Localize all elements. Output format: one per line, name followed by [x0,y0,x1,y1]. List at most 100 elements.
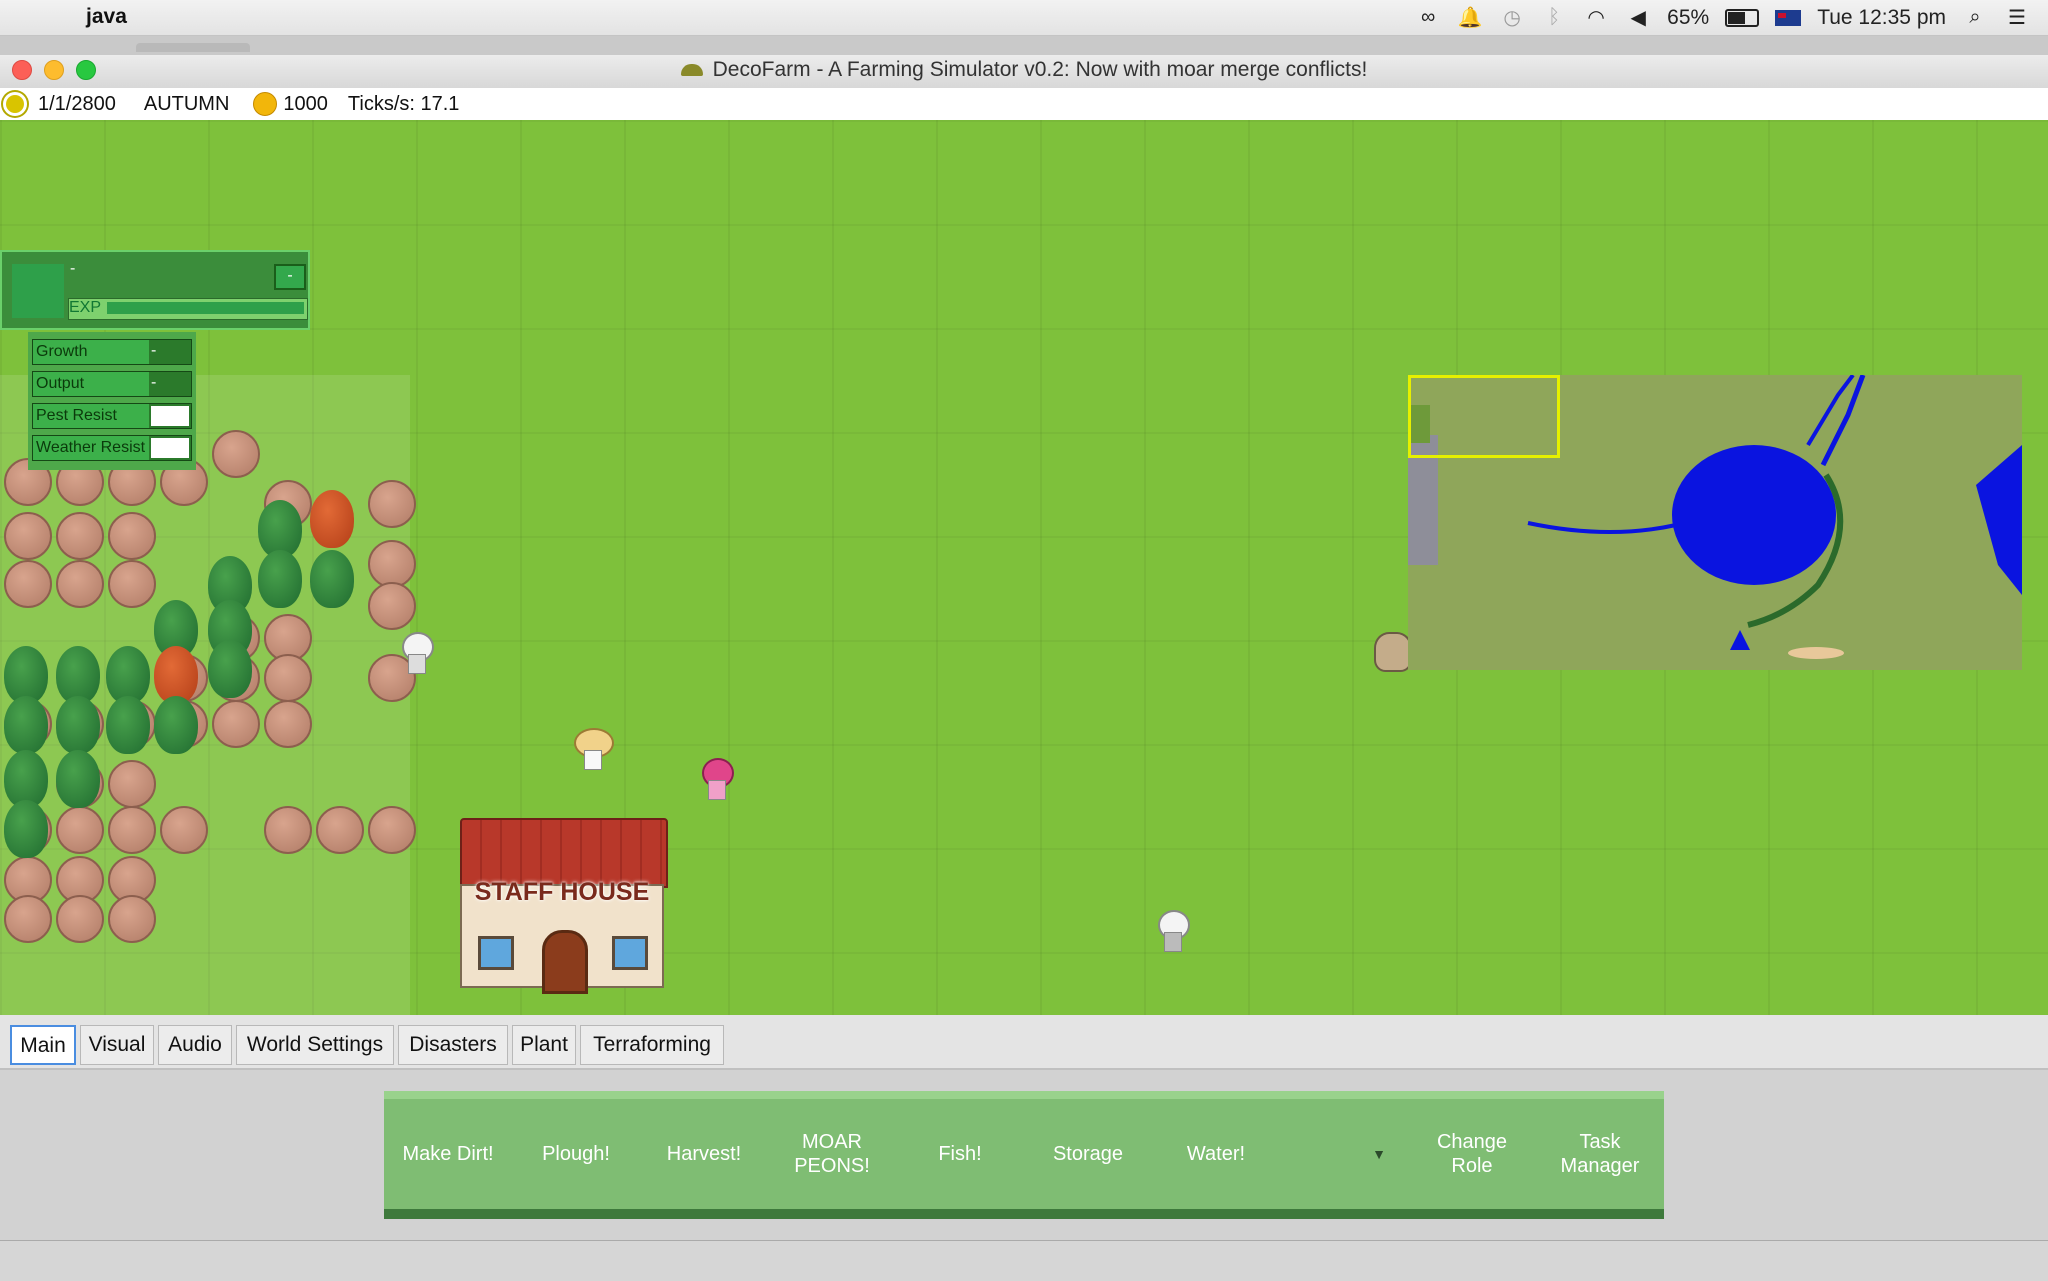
moar-peons-button[interactable]: MOAR PEONS! [768,1099,896,1209]
plough-button[interactable]: Plough! [512,1099,640,1209]
toolbar-base [384,1209,1664,1219]
stat-label: Growth [33,340,149,364]
stat-weather-resist: Weather Resist [32,435,192,461]
stat-value [149,436,191,460]
storage-button[interactable]: Storage [1024,1099,1152,1209]
stat-value: - [151,374,157,391]
game-date: 1/1/2800 [38,92,116,115]
house-door [542,930,588,994]
rock[interactable] [264,654,312,702]
minimap[interactable] [1408,375,2022,670]
rock[interactable] [108,512,156,560]
rock[interactable] [4,512,52,560]
rock[interactable] [108,895,156,943]
chevron-down-icon: ▼ [1372,1146,1386,1162]
game-world[interactable]: STAFF HOUSE - - EXP Growth - Output - Pest… [0,120,2048,1015]
peon-worker[interactable] [1158,910,1190,952]
stat-growth: Growth - [32,339,192,365]
rock[interactable] [368,540,416,588]
peon-farmer[interactable] [574,728,614,770]
creative-cloud-icon[interactable]: ∞ [1415,5,1441,31]
clock[interactable]: Tue 12:35 pm [1817,6,1946,30]
harvest-button[interactable]: Harvest! [640,1099,768,1209]
tab-disasters[interactable]: Disasters [398,1025,508,1065]
ticks-per-second: Ticks/s: 17.1 [347,92,460,115]
season: AUTUMN [143,92,230,115]
action-toolbar: Make Dirt! Plough! Harvest! MOAR PEONS! … [384,1091,1664,1219]
weather-sun-icon [6,95,24,113]
exp-bar: EXP [68,298,308,320]
stat-pest-resist: Pest Resist [32,403,192,429]
window-tab-stub [136,43,250,52]
battery-icon[interactable] [1725,8,1760,27]
rock[interactable] [56,512,104,560]
status-menu-area: ∞ 🔔 ◷ ᛒ ◠ ◀ 65% Tue 12:35 pm ⌕ ☰ [1415,0,2030,35]
rock[interactable] [56,806,104,854]
task-manager-button[interactable]: Task Manager [1536,1099,1664,1209]
battery-percent: 65% [1667,5,1710,29]
straw-hat-icon [680,64,703,77]
staff-house-sign: STAFF HOUSE [474,878,650,906]
rock[interactable] [212,430,260,478]
rock[interactable] [56,560,104,608]
rock[interactable] [368,582,416,630]
notification-center-icon[interactable]: ☰ [2004,5,2030,31]
tab-plant[interactable]: Plant [512,1025,576,1065]
tab-audio[interactable]: Audio [158,1025,232,1065]
rock[interactable] [4,895,52,943]
grain-sack[interactable] [1374,632,1412,672]
character-portrait [12,264,64,318]
spotlight-search-icon[interactable]: ⌕ [1962,5,1988,31]
window-bottom-edge [0,1240,2048,1281]
character-panel: - - EXP [0,250,310,330]
rock[interactable] [108,560,156,608]
rock[interactable] [212,700,260,748]
house-window [612,936,648,970]
rock[interactable] [56,895,104,943]
rock[interactable] [264,700,312,748]
volume-icon[interactable]: ◀ [1625,5,1651,31]
rock[interactable] [160,806,208,854]
stats-panel: Growth - Output - Pest Resist Weather Resi… [28,332,196,470]
bluetooth-icon[interactable]: ᛒ [1541,5,1567,31]
window-title-text: DecoFarm - A Farming Simulator v0.2: Now… [712,58,1368,81]
staff-house[interactable]: STAFF HOUSE [460,818,668,994]
tab-terraforming[interactable]: Terraforming [580,1025,724,1065]
wifi-icon[interactable]: ◠ [1583,5,1609,31]
tab-visual[interactable]: Visual [80,1025,154,1065]
game-status-bar: 1/1/2800 AUTUMN 1000 Ticks/s: 17.1 [0,88,2048,120]
rock[interactable] [108,760,156,808]
character-name: - [70,260,76,277]
water-button[interactable]: Water! [1152,1099,1280,1209]
rock[interactable] [316,806,364,854]
stat-value: - [151,342,157,359]
collapse-panel-button[interactable]: - [274,264,306,290]
minimap-viewport[interactable] [1408,375,1560,458]
menu-bar: java ∞ 🔔 ◷ ᛒ ◠ ◀ 65% Tue 12:35 pm ⌕ ☰ [0,0,2048,36]
more-actions-dropdown[interactable]: ▼ [1280,1099,1408,1209]
input-source-flag-icon[interactable] [1775,9,1802,26]
coin-count: 1000 [283,92,328,115]
rock[interactable] [368,480,416,528]
rock[interactable] [368,806,416,854]
rock[interactable] [4,560,52,608]
stat-value [149,404,191,428]
peon-pink[interactable] [702,758,734,800]
tab-world-settings[interactable]: World Settings [236,1025,394,1065]
make-dirt-button[interactable]: Make Dirt! [384,1099,512,1209]
rock[interactable] [264,806,312,854]
app-menu[interactable]: java [86,5,127,29]
notification-bell-icon[interactable]: 🔔 [1457,5,1483,31]
time-machine-icon[interactable]: ◷ [1499,5,1525,31]
rock[interactable] [108,806,156,854]
settings-tab-bar: Main Visual Audio World Settings Disaste… [0,1015,2048,1070]
change-role-button[interactable]: Change Role [1408,1099,1536,1209]
fish-button[interactable]: Fish! [896,1099,1024,1209]
peon-worker[interactable] [402,632,434,674]
exp-label: EXP [69,299,102,316]
tab-main[interactable]: Main [10,1025,76,1065]
stat-label: Pest Resist [33,404,149,428]
stat-label: Weather Resist [33,436,149,460]
coin-icon [253,92,278,116]
house-window [478,936,514,970]
